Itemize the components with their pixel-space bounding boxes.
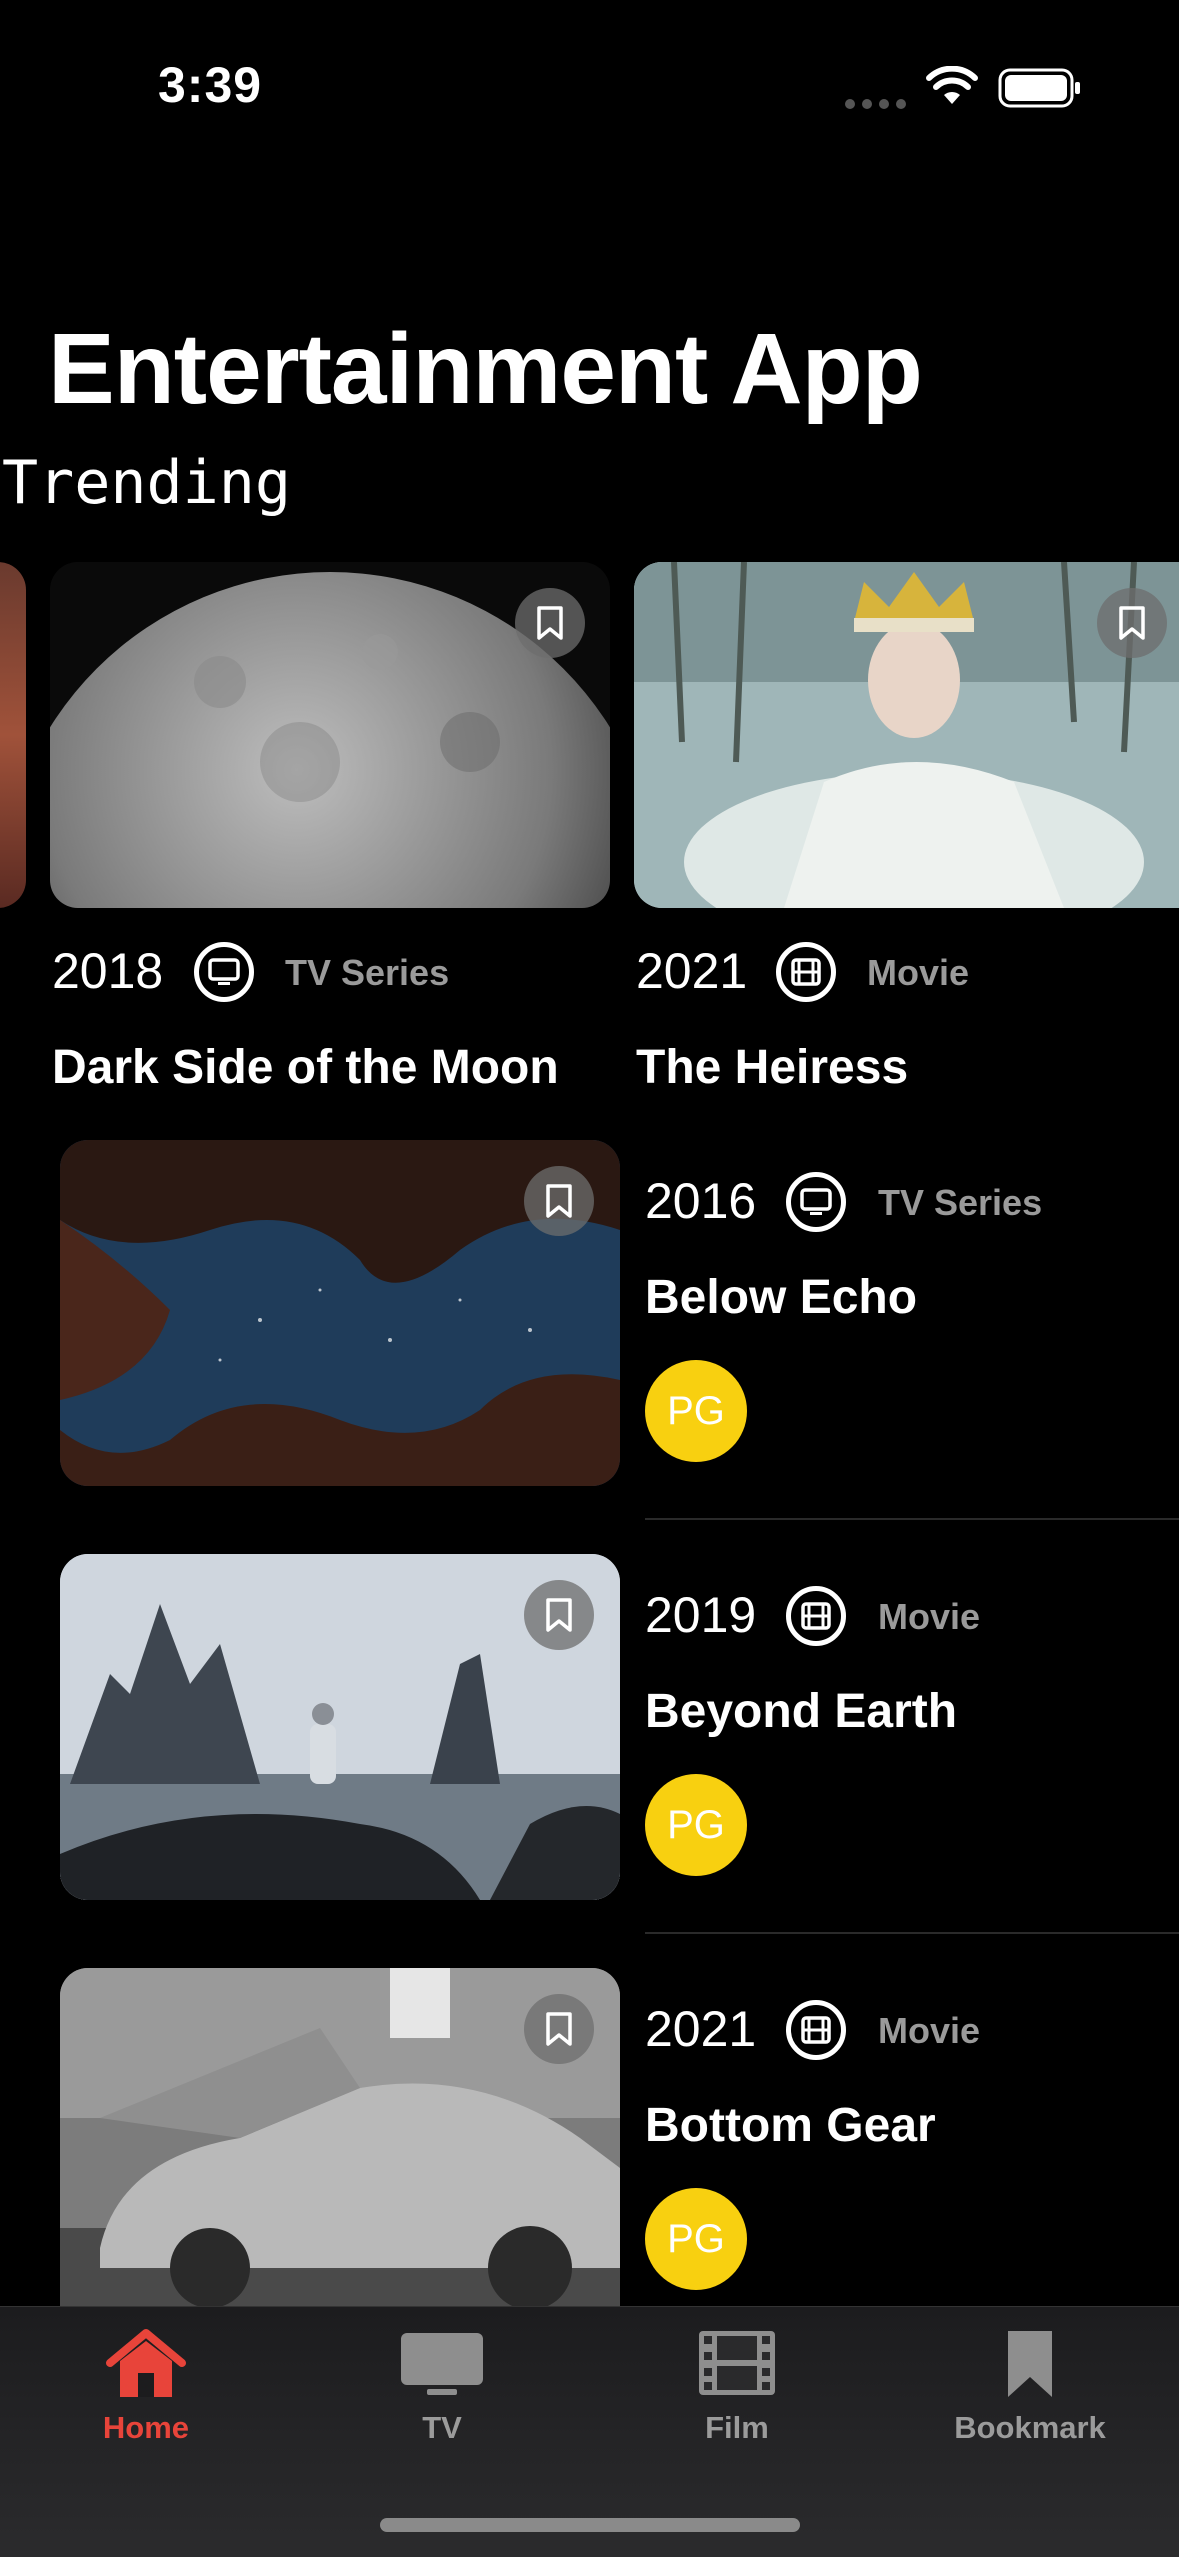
tv-series-icon <box>786 1172 846 1232</box>
trending-title[interactable]: The Heiress <box>636 1040 908 1095</box>
divider <box>645 1518 1179 1520</box>
trending-type: Movie <box>867 952 970 993</box>
tab-label: TV <box>422 2410 462 2445</box>
rating-badge: PG <box>645 1360 747 1462</box>
film-icon <box>699 2331 775 2395</box>
status-time: 3:39 <box>158 57 263 113</box>
list-item-type: Movie <box>878 2010 981 2051</box>
list-item-year: 2019 <box>645 1587 757 1643</box>
tab-home[interactable]: Home <box>46 2327 246 2446</box>
trending-year: 2021 <box>636 943 748 999</box>
trending-card-partial-thumbnail[interactable] <box>0 562 26 908</box>
list-item-title[interactable]: Beyond Earth <box>645 1684 957 1739</box>
tab-label: Film <box>705 2410 769 2445</box>
bookmark-button[interactable] <box>524 1166 594 1236</box>
list-item-title[interactable]: Bottom Gear <box>645 2098 936 2153</box>
tab-label: Bookmark <box>954 2410 1106 2445</box>
wifi-icon <box>926 66 978 104</box>
list-item-year: 2016 <box>645 1173 757 1229</box>
tab-bookmark[interactable]: Bookmark <box>930 2327 1130 2446</box>
bookmark-icon <box>1008 2331 1052 2397</box>
page-title: Entertainment App <box>48 313 923 425</box>
battery-icon <box>998 68 1080 108</box>
movie-icon <box>786 2000 846 2060</box>
bookmark-icon <box>1119 606 1145 640</box>
divider <box>645 1932 1179 1934</box>
bookmark-icon <box>546 2012 572 2046</box>
home-indicator <box>380 2518 800 2532</box>
cellular-signal-icon <box>845 96 913 114</box>
tab-tv[interactable]: TV <box>342 2327 542 2446</box>
list-item-title[interactable]: Below Echo <box>645 1270 917 1325</box>
tv-icon <box>401 2333 483 2395</box>
bookmark-button[interactable] <box>524 1994 594 2064</box>
trending-year: 2018 <box>52 943 164 999</box>
tab-film[interactable]: Film <box>637 2327 837 2446</box>
bookmark-icon <box>546 1598 572 1632</box>
bookmark-icon <box>537 606 563 640</box>
list-item-type: Movie <box>878 1596 981 1637</box>
house-icon <box>106 2329 186 2397</box>
section-title-trending: Trending <box>2 448 291 518</box>
movie-icon <box>786 1586 846 1646</box>
tv-series-icon <box>194 942 254 1002</box>
tab-label: Home <box>102 2410 190 2445</box>
trending-title[interactable]: Dark Side of the Moon <box>52 1040 559 1095</box>
bookmark-button[interactable] <box>1097 588 1167 658</box>
bookmark-button[interactable] <box>515 588 585 658</box>
list-item-type: TV Series <box>878 1182 1043 1223</box>
bookmark-button[interactable] <box>524 1580 594 1650</box>
rating-badge: PG <box>645 1774 747 1876</box>
list-item-year: 2021 <box>645 2001 757 2057</box>
movie-icon <box>776 942 836 1002</box>
bookmark-icon <box>546 1184 572 1218</box>
rating-badge: PG <box>645 2188 747 2290</box>
trending-type: TV Series <box>285 952 450 993</box>
